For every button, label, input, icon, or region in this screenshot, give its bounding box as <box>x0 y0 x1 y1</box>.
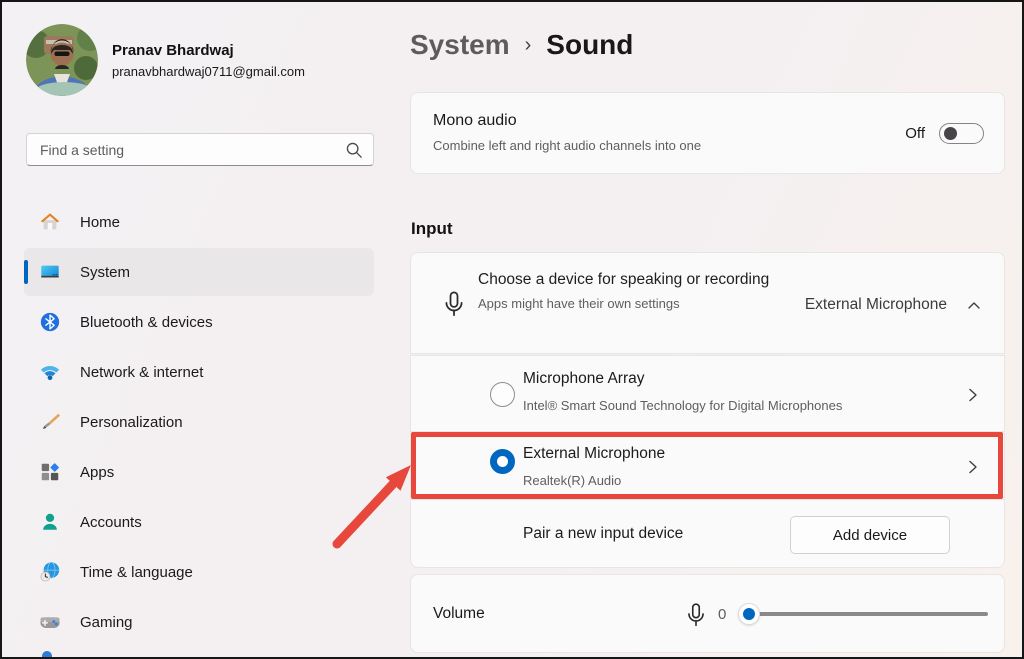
mono-audio-toggle[interactable] <box>939 123 984 144</box>
volume-card: Volume 0 <box>410 574 1005 653</box>
mono-audio-title: Mono audio <box>433 112 517 130</box>
chevron-up-icon <box>966 298 982 314</box>
selected-device-value: External Microphone <box>805 296 947 314</box>
volume-label: Volume <box>433 605 485 623</box>
sidebar-item-label: Personalization <box>80 414 183 431</box>
chevron-right-icon <box>964 458 982 476</box>
sidebar-item-time-language[interactable]: Time & language <box>24 548 374 596</box>
device-row-external-microphone[interactable]: External Microphone Realtek(R) Audio <box>410 433 1005 498</box>
profile-name: Pranav Bhardwaj <box>112 42 234 59</box>
apps-icon <box>39 461 61 483</box>
device-row-microphone-array[interactable]: Microphone Array Intel® Smart Sound Tech… <box>410 355 1005 432</box>
sidebar-item-network-internet[interactable]: Network & internet <box>24 348 374 396</box>
volume-value: 0 <box>718 606 726 623</box>
sidebar-item-label: Apps <box>80 464 114 481</box>
add-device-button[interactable]: Add device <box>790 516 950 554</box>
device-name: Microphone Array <box>523 370 644 388</box>
sidebar-item-label: Home <box>80 214 120 231</box>
page-title: Sound <box>546 29 633 61</box>
sidebar-item-label: Network & internet <box>80 364 203 381</box>
sidebar-item-label: System <box>80 264 130 281</box>
microphone-icon <box>440 290 468 318</box>
selected-indicator-pill <box>24 260 28 284</box>
sidebar-item-gaming[interactable]: Gaming <box>24 598 374 646</box>
pair-device-row: Pair a new input device Add device <box>410 499 1005 568</box>
slider-track[interactable] <box>741 612 988 616</box>
search-box <box>26 133 374 166</box>
sidebar-item-home[interactable]: Home <box>24 198 374 246</box>
sidebar-item-label: Time & language <box>80 564 193 581</box>
chooser-title: Choose a device for speaking or recordin… <box>478 269 808 291</box>
profile-email: pranavbhardwaj0711@gmail.com <box>112 64 305 79</box>
network-icon <box>39 361 61 383</box>
sidebar-item-personalization[interactable]: Personalization <box>24 398 374 446</box>
settings-window: Pranav Bhardwaj pranavbhardwaj0711@gmail… <box>0 0 1024 659</box>
chevron-right-icon <box>964 386 982 404</box>
radio-microphone-array[interactable] <box>490 382 515 407</box>
device-description: Intel® Smart Sound Technology for Digita… <box>523 398 842 413</box>
sidebar-item-label: Gaming <box>80 614 133 631</box>
sidebar-item-label: Accounts <box>80 514 142 531</box>
sidebar-item-accounts[interactable]: Accounts <box>24 498 374 546</box>
toggle-knob <box>944 127 957 140</box>
accessibility-icon-partial <box>42 651 52 659</box>
microphone-icon <box>683 601 709 629</box>
volume-slider[interactable] <box>741 603 988 625</box>
sidebar-item-label: Bluetooth & devices <box>80 314 213 331</box>
breadcrumb: System › Sound <box>410 24 633 66</box>
pair-device-label: Pair a new input device <box>523 525 683 543</box>
bluetooth-icon <box>39 311 61 333</box>
system-icon <box>39 261 61 283</box>
device-name: External Microphone <box>523 445 665 463</box>
search-icon <box>345 141 363 159</box>
input-device-expander[interactable]: Choose a device for speaking or recordin… <box>410 252 1005 354</box>
avatar <box>26 24 98 96</box>
search-input[interactable] <box>27 134 373 165</box>
accounts-icon <box>39 511 61 533</box>
sidebar-item-bluetooth-devices[interactable]: Bluetooth & devices <box>24 298 374 346</box>
mono-audio-toggle-label: Off <box>905 125 925 142</box>
volume-slider-thumb[interactable] <box>738 603 760 625</box>
user-profile[interactable]: Pranav Bhardwaj pranavbhardwaj0711@gmail… <box>2 2 402 112</box>
breadcrumb-system-link[interactable]: System <box>410 29 510 61</box>
mono-audio-subtitle: Combine left and right audio channels in… <box>433 138 701 153</box>
radio-external-microphone[interactable] <box>490 449 515 474</box>
sidebar-item-system[interactable]: System <box>24 248 374 296</box>
home-icon <box>39 211 61 233</box>
sidebar-nav: Home System Bluetooth & devices <box>24 198 374 648</box>
input-section-header: Input <box>411 219 453 239</box>
gaming-icon <box>39 611 61 633</box>
chooser-subtitle: Apps might have their own settings <box>478 296 808 311</box>
personalization-icon <box>39 411 61 433</box>
time-language-icon <box>39 561 61 583</box>
mono-audio-card: Mono audio Combine left and right audio … <box>410 92 1005 174</box>
sidebar-item-apps[interactable]: Apps <box>24 448 374 496</box>
breadcrumb-separator: › <box>525 34 532 57</box>
device-description: Realtek(R) Audio <box>523 473 621 488</box>
